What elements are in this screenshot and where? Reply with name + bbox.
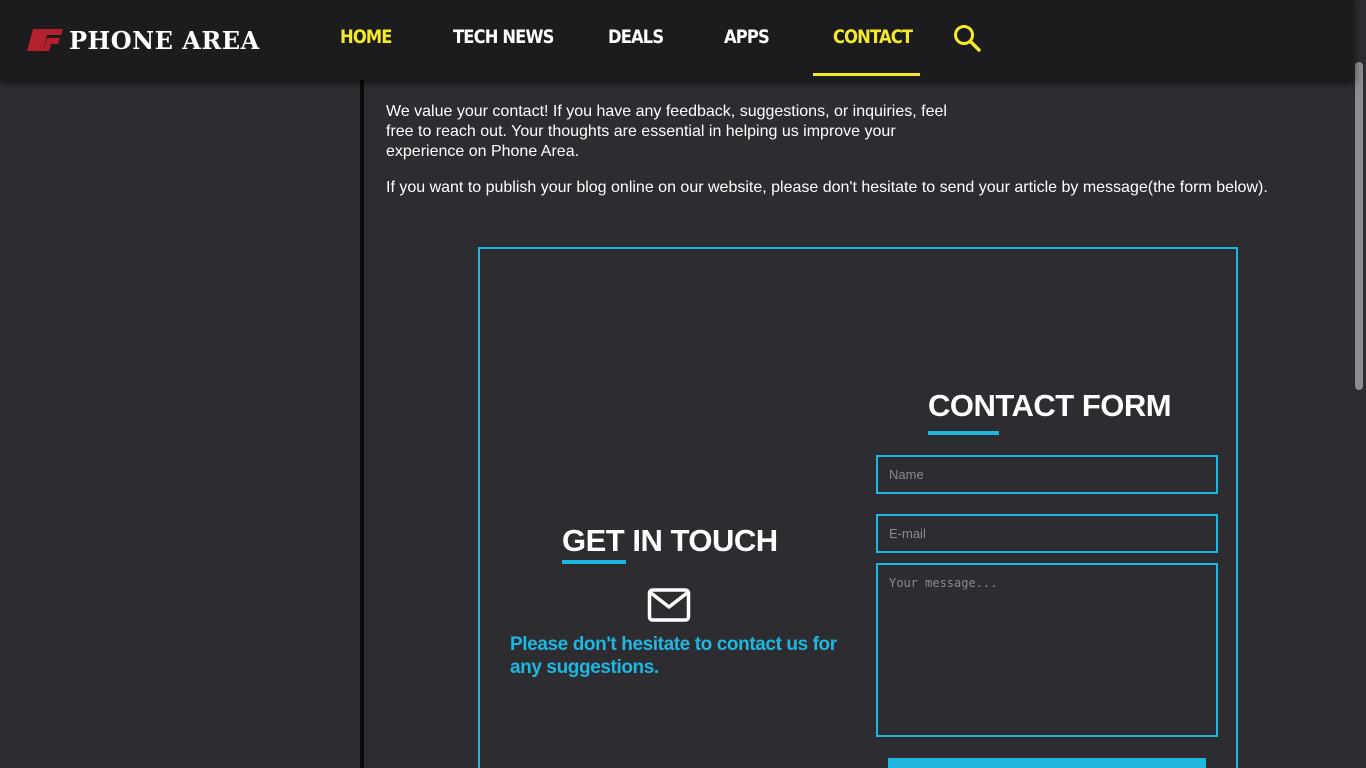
email-field[interactable] [876, 514, 1218, 553]
mail-icon [647, 588, 691, 622]
search-icon[interactable] [953, 24, 981, 52]
nav-deals[interactable]: DEALS [608, 26, 664, 56]
active-nav-underline [813, 73, 920, 76]
nav-tech-news[interactable]: TECH NEWS [453, 26, 554, 56]
get-in-touch-text: Please don't hesitate to contact us for … [510, 634, 837, 678]
publish-paragraph: If you want to publish your blog online … [386, 179, 1268, 196]
nav-apps[interactable]: APPS [724, 26, 770, 56]
message-field[interactable] [876, 563, 1218, 737]
logo-text: PHONE AREA [69, 25, 260, 55]
top-navbar: PHONE AREA HOME TECH NEWS DEALS APPS CON… [0, 0, 1354, 80]
submit-button[interactable] [888, 758, 1206, 768]
nav-contact[interactable]: CONTACT [833, 26, 913, 56]
site-logo[interactable]: PHONE AREA [27, 25, 260, 55]
nav-home[interactable]: HOME [340, 26, 392, 56]
get-in-touch-title: GET IN TOUCH [562, 523, 778, 558]
contact-form-underline [928, 431, 999, 435]
scrollbar-thumb[interactable] [1355, 62, 1363, 390]
name-field[interactable] [876, 455, 1218, 494]
logo-mark-icon [27, 29, 63, 51]
sidebar-divider [360, 80, 364, 768]
intro-paragraph: We value your contact! If you have any f… [386, 103, 947, 160]
contact-form-title: CONTACT FORM [928, 388, 1172, 423]
get-in-touch-underline [562, 560, 626, 564]
